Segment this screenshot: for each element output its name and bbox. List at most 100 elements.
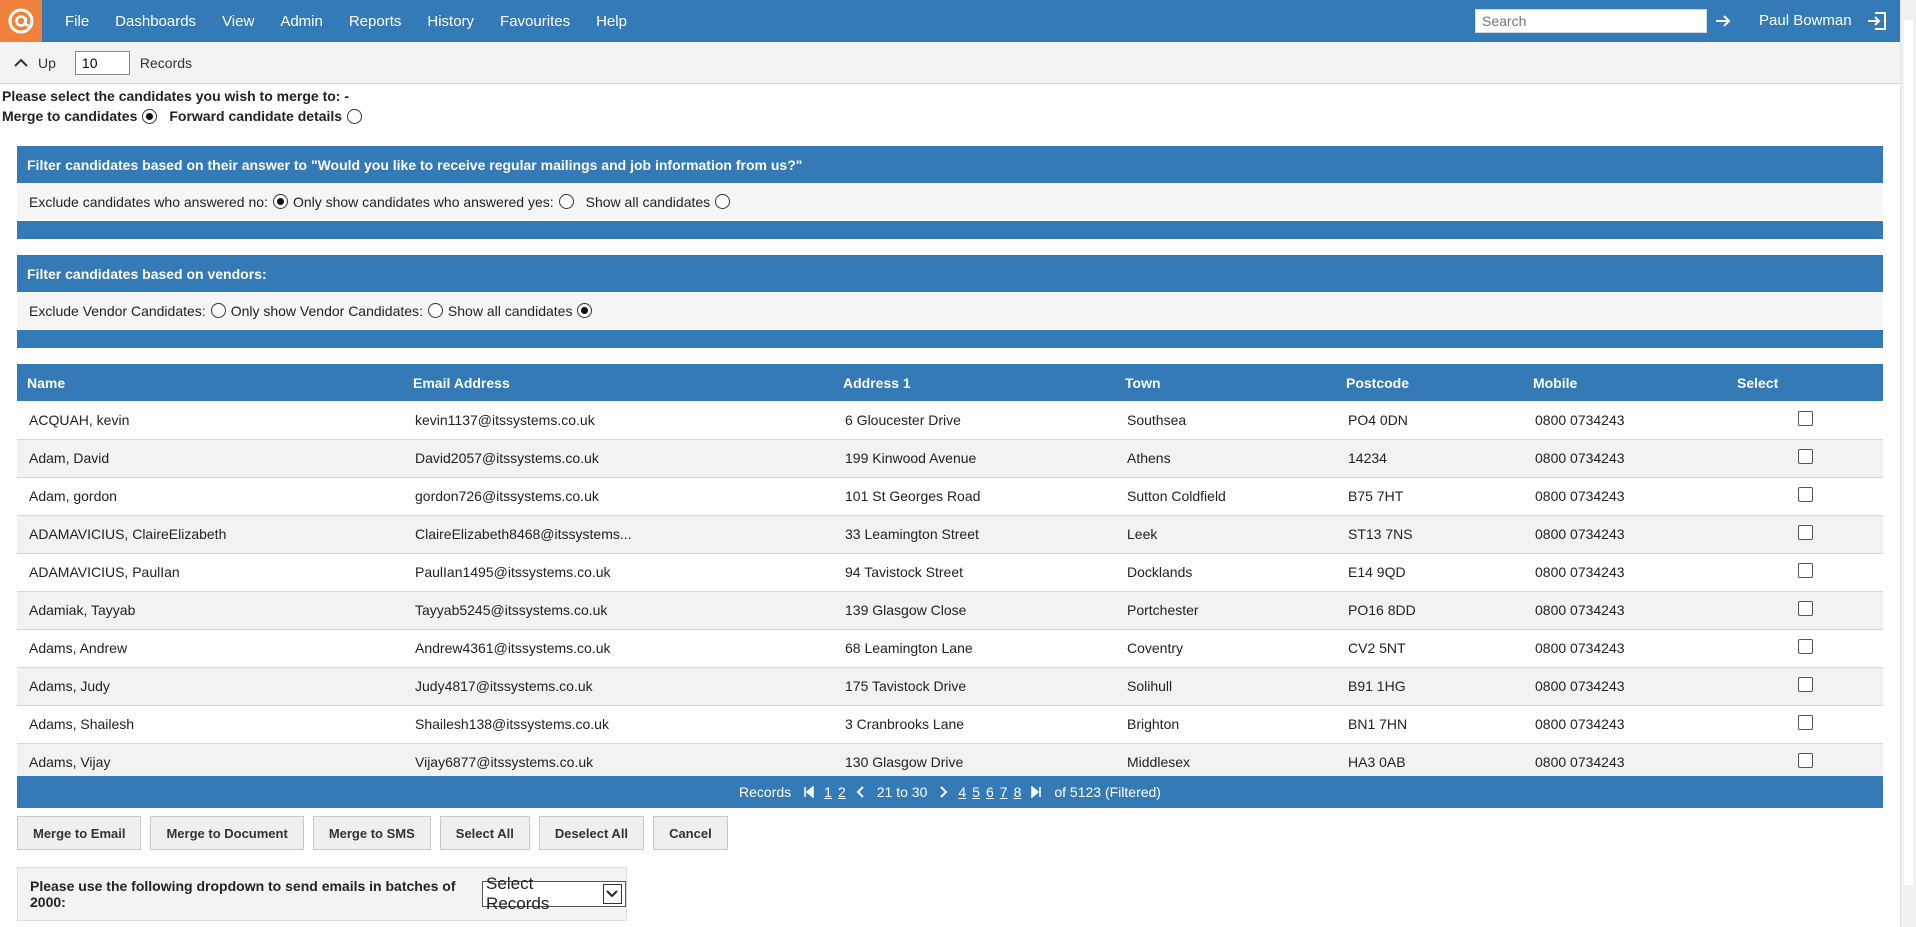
cell-town: Sutton Coldfield (1115, 477, 1336, 516)
col-address-header[interactable]: Address 1 (833, 364, 1115, 401)
prev-page-icon[interactable] (855, 786, 865, 798)
cell-postcode: PO4 0DN (1336, 401, 1523, 440)
table-row[interactable]: Adams, Andrew Andrew4361@itssystems.co.u… (17, 629, 1883, 668)
current-page-range: 21 to 30 (876, 784, 928, 800)
col-postcode-header[interactable]: Postcode (1336, 364, 1523, 401)
records-label: Records (139, 54, 193, 71)
batch-records-select[interactable]: Select Records (482, 874, 626, 913)
forward-details-radio[interactable] (347, 108, 363, 124)
table-row[interactable]: Adams, Judy Judy4817@itssystems.co.uk 17… (17, 667, 1883, 706)
merge-to-candidates-radio[interactable] (142, 108, 158, 124)
page-link-1[interactable]: 1 (824, 784, 832, 800)
logout-icon[interactable] (1866, 10, 1888, 32)
table-row[interactable]: Adamiak, Tayyab Tayyab5245@itssystems.co… (17, 591, 1883, 630)
exclude-vendor-radio[interactable] (210, 303, 226, 318)
cell-address: 175 Tavistock Drive (833, 667, 1115, 706)
top-nav-bar: File Dashboards View Admin Reports Histo… (0, 0, 1900, 42)
at-sign-icon (8, 8, 34, 34)
table-row[interactable]: Adam, David David2057@itssystems.co.uk 1… (17, 439, 1883, 478)
col-select-header: Select (1727, 364, 1883, 401)
cell-email: Judy4817@itssystems.co.uk (403, 667, 833, 706)
table-row[interactable]: ADAMAVICIUS, PaulIan PaulIan1495@itssyst… (17, 553, 1883, 592)
cell-mobile: 0800 0734243 (1523, 705, 1727, 744)
records-per-page-input[interactable] (74, 50, 130, 75)
col-town-header[interactable]: Town (1115, 364, 1336, 401)
exclude-no-radio[interactable] (272, 194, 288, 209)
vendor-filter-options: Exclude Vendor Candidates: Only show Ven… (17, 292, 1883, 329)
page-scrollbar[interactable] (1900, 0, 1916, 927)
cell-address: 3 Cranbrooks Lane (833, 705, 1115, 744)
menu-file[interactable]: File (52, 13, 102, 30)
col-email-header[interactable]: Email Address (403, 364, 833, 401)
cell-email: ClaireElizabeth8468@itssystems... (403, 515, 833, 554)
cell-email: David2057@itssystems.co.uk (403, 439, 833, 478)
vendor-filter-footer (17, 330, 1883, 348)
menu-history[interactable]: History (414, 13, 487, 30)
select-checkbox[interactable] (1797, 753, 1813, 768)
table-row[interactable]: ACQUAH, kevin kevin1137@itssystems.co.uk… (17, 401, 1883, 440)
show-all-mailing-radio[interactable] (715, 194, 731, 209)
menu-admin[interactable]: Admin (267, 13, 336, 30)
page-link-8[interactable]: 8 (1014, 784, 1022, 800)
page-link-4[interactable]: 4 (958, 784, 966, 800)
cell-select (1727, 439, 1883, 478)
select-all-button[interactable]: Select All (439, 816, 530, 850)
menu-view[interactable]: View (209, 13, 267, 30)
batch-email-panel: Please use the following dropdown to sen… (17, 867, 627, 921)
table-row[interactable]: Adams, Shailesh Shailesh138@itssystems.c… (17, 705, 1883, 744)
select-checkbox[interactable] (1797, 525, 1813, 540)
menu-favourites[interactable]: Favourites (487, 13, 583, 30)
cell-postcode: ST13 7NS (1336, 515, 1523, 554)
search-input[interactable] (1475, 9, 1707, 33)
cell-town: Athens (1115, 439, 1336, 478)
cell-town: Solihull (1115, 667, 1336, 706)
cell-town: Coventry (1115, 629, 1336, 668)
only-yes-label: Only show candidates who answered yes: (292, 193, 554, 210)
exclude-vendor-label: Exclude Vendor Candidates: (29, 302, 206, 319)
col-name-header[interactable]: Name (17, 364, 403, 401)
table-row[interactable]: ADAMAVICIUS, ClaireElizabeth ClaireEliza… (17, 515, 1883, 554)
select-checkbox[interactable] (1797, 639, 1813, 654)
table-row[interactable]: Adam, gordon gordon726@itssystems.co.uk … (17, 477, 1883, 516)
main-menu: File Dashboards View Admin Reports Histo… (52, 13, 640, 30)
chevron-up-icon (14, 58, 28, 67)
last-page-icon[interactable] (1030, 786, 1042, 798)
merge-to-sms-button[interactable]: Merge to SMS (312, 816, 431, 850)
select-checkbox[interactable] (1797, 715, 1813, 730)
user-name[interactable]: Paul Bowman (1759, 12, 1852, 29)
records-toolbar: Up Records (0, 42, 1900, 84)
show-all-mailing-label: Show all candidates (585, 193, 711, 210)
cell-mobile: 0800 0734243 (1523, 477, 1727, 516)
col-mobile-header[interactable]: Mobile (1523, 364, 1727, 401)
first-page-icon[interactable] (803, 786, 815, 798)
select-checkbox[interactable] (1797, 487, 1813, 502)
merge-to-document-button[interactable]: Merge to Document (150, 816, 304, 850)
select-checkbox[interactable] (1797, 601, 1813, 616)
app-logo[interactable] (0, 0, 42, 42)
page-link-7[interactable]: 7 (1000, 784, 1008, 800)
show-all-vendor-radio[interactable] (577, 303, 593, 318)
only-vendor-radio[interactable] (427, 303, 443, 318)
candidates-table: Name Email Address Address 1 Town Postco… (17, 364, 1883, 782)
page-link-2[interactable]: 2 (838, 784, 846, 800)
select-checkbox[interactable] (1797, 677, 1813, 692)
menu-dashboards[interactable]: Dashboards (102, 13, 209, 30)
select-checkbox[interactable] (1797, 410, 1813, 426)
exclude-no-label: Exclude candidates who answered no: (29, 193, 268, 210)
cancel-button[interactable]: Cancel (653, 816, 728, 850)
cell-address: 33 Leamington Street (833, 515, 1115, 554)
cell-address: 68 Leamington Lane (833, 629, 1115, 668)
merge-to-email-button[interactable]: Merge to Email (17, 816, 142, 850)
only-yes-radio[interactable] (558, 194, 574, 209)
select-checkbox[interactable] (1797, 563, 1813, 578)
next-page-icon[interactable] (939, 786, 949, 798)
page-link-5[interactable]: 5 (972, 784, 980, 800)
up-button[interactable]: Up (14, 55, 56, 71)
page-link-6[interactable]: 6 (986, 784, 994, 800)
menu-reports[interactable]: Reports (336, 13, 415, 30)
select-checkbox[interactable] (1797, 449, 1813, 464)
menu-help[interactable]: Help (583, 13, 640, 30)
scrollbar-thumb[interactable] (1904, 20, 1913, 885)
arrow-right-icon[interactable] (1713, 11, 1733, 31)
deselect-all-button[interactable]: Deselect All (538, 816, 645, 850)
